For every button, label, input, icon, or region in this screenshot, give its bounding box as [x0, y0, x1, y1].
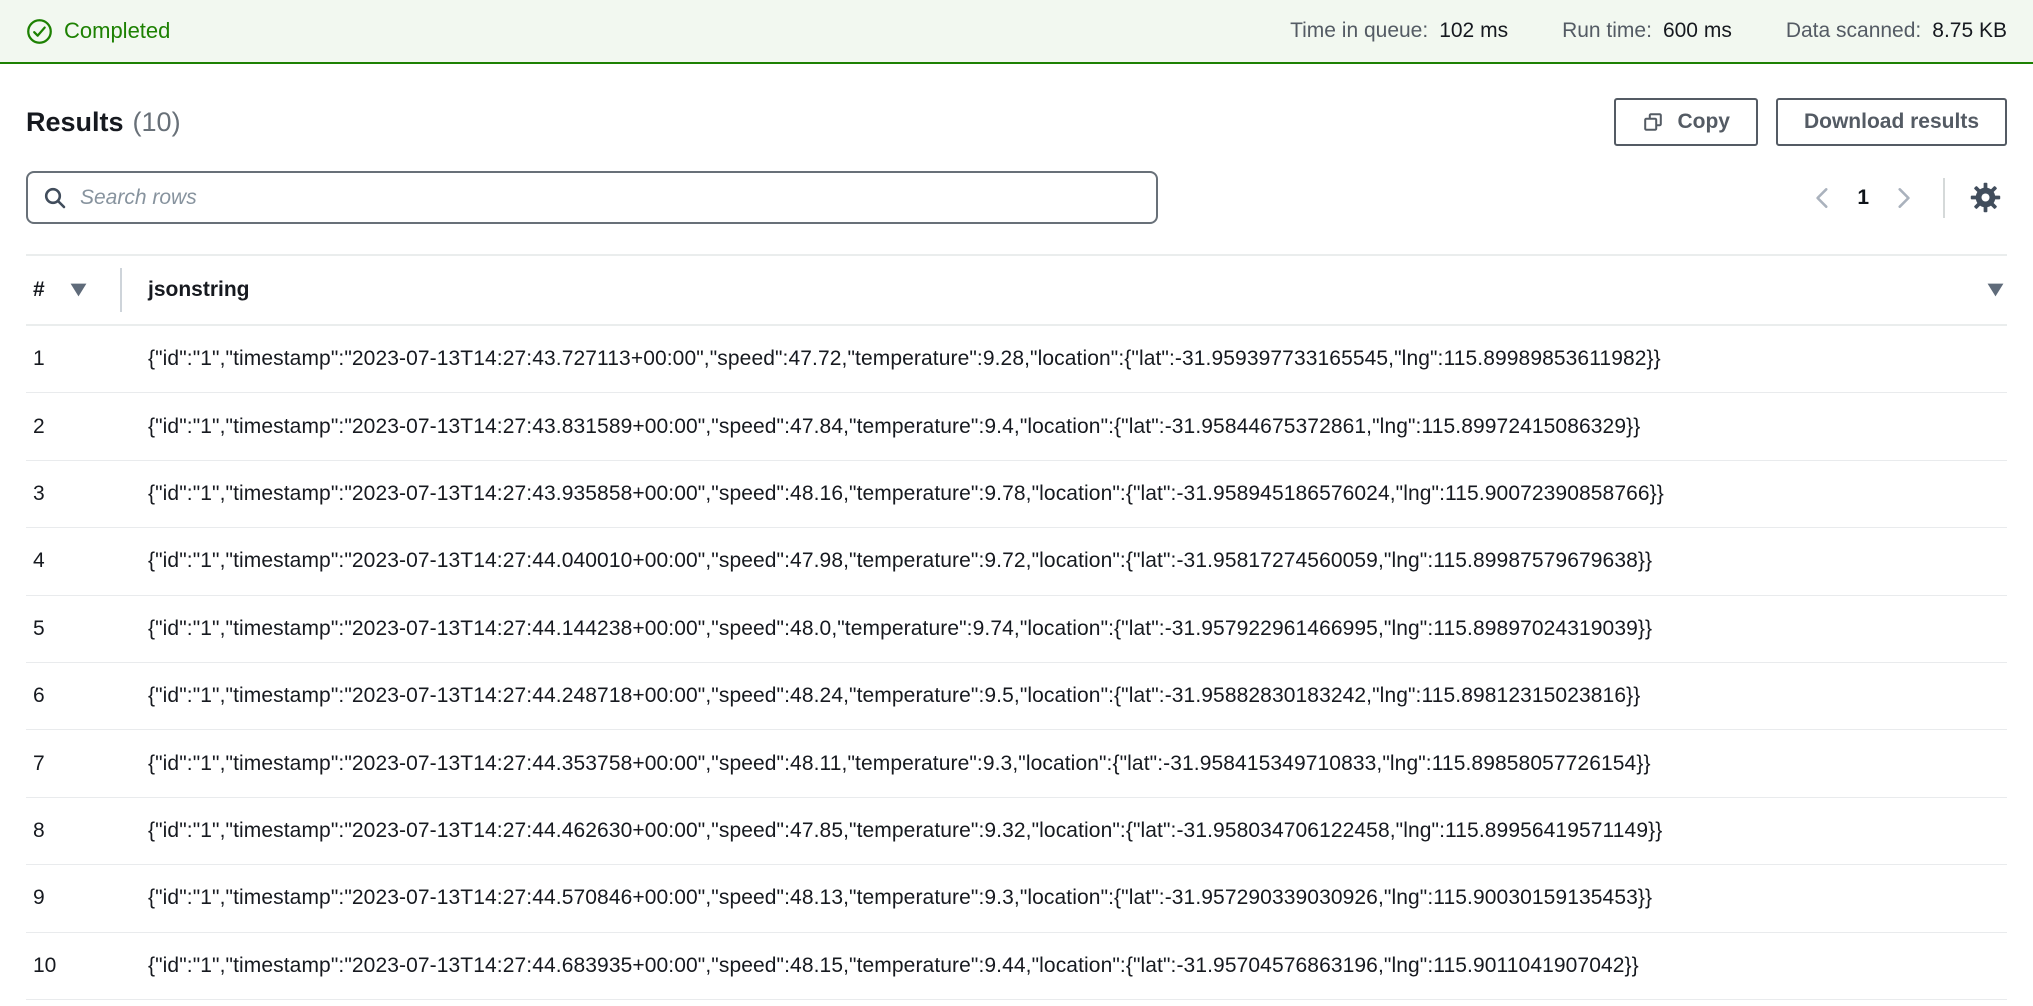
stat-data-scanned: Data scanned: 8.75 KB	[1786, 19, 2007, 43]
row-index: 8	[26, 819, 120, 843]
row-index: 4	[26, 549, 120, 573]
stat-value: 600 ms	[1663, 19, 1732, 43]
row-jsonstring: {"id":"1","timestamp":"2023-07-13T14:27:…	[120, 752, 2007, 776]
filter-triangle-icon	[69, 282, 88, 298]
results-toolbar: 1	[26, 171, 2007, 224]
row-index: 7	[26, 752, 120, 776]
row-jsonstring: {"id":"1","timestamp":"2023-07-13T14:27:…	[120, 954, 2007, 978]
column-header-index: #	[26, 278, 120, 302]
copy-button-label: Copy	[1677, 110, 1730, 134]
results-table: # jsonstring 1 {"id":"1","timestamp	[26, 254, 2007, 1000]
results-actions: Copy Download results	[1614, 98, 2007, 146]
row-jsonstring: {"id":"1","timestamp":"2023-07-13T14:27:…	[120, 819, 2007, 843]
next-page-button[interactable]	[1881, 176, 1925, 220]
column-header-index-label: #	[33, 278, 45, 302]
search-box	[26, 171, 1158, 224]
toolbar-divider	[1943, 178, 1945, 218]
table-row: 6 {"id":"1","timestamp":"2023-07-13T14:2…	[26, 663, 2007, 730]
row-jsonstring: {"id":"1","timestamp":"2023-07-13T14:27:…	[120, 886, 2007, 910]
filter-triangle-icon	[1986, 282, 2005, 298]
row-index: 6	[26, 684, 120, 708]
row-jsonstring: {"id":"1","timestamp":"2023-07-13T14:27:…	[120, 549, 2007, 573]
query-status: Completed	[26, 18, 170, 45]
query-status-bar: Completed Time in queue: 102 ms Run time…	[0, 0, 2033, 64]
row-index: 1	[26, 347, 120, 371]
chevron-right-icon	[1890, 185, 1916, 211]
table-row: 5 {"id":"1","timestamp":"2023-07-13T14:2…	[26, 596, 2007, 663]
stat-time-in-queue: Time in queue: 102 ms	[1290, 19, 1508, 43]
row-jsonstring: {"id":"1","timestamp":"2023-07-13T14:27:…	[120, 482, 2007, 506]
row-index: 10	[26, 954, 120, 978]
row-jsonstring: {"id":"1","timestamp":"2023-07-13T14:27:…	[120, 617, 2007, 641]
download-results-button[interactable]: Download results	[1776, 98, 2007, 146]
table-row: 2 {"id":"1","timestamp":"2023-07-13T14:2…	[26, 393, 2007, 460]
table-row: 3 {"id":"1","timestamp":"2023-07-13T14:2…	[26, 461, 2007, 528]
table-row: 1 {"id":"1","timestamp":"2023-07-13T14:2…	[26, 326, 2007, 393]
stat-run-time: Run time: 600 ms	[1562, 19, 1732, 43]
results-title: Results	[26, 107, 124, 138]
query-stats: Time in queue: 102 ms Run time: 600 ms D…	[1290, 19, 2007, 43]
row-jsonstring: {"id":"1","timestamp":"2023-07-13T14:27:…	[120, 415, 2007, 439]
row-index: 2	[26, 415, 120, 439]
jsonstring-column-filter-button[interactable]	[1986, 282, 2005, 298]
table-row: 10 {"id":"1","timestamp":"2023-07-13T14:…	[26, 933, 2007, 1000]
table-row: 8 {"id":"1","timestamp":"2023-07-13T14:2…	[26, 798, 2007, 865]
row-jsonstring: {"id":"1","timestamp":"2023-07-13T14:27:…	[120, 347, 2007, 371]
gear-icon	[1970, 182, 2001, 213]
table-row: 9 {"id":"1","timestamp":"2023-07-13T14:2…	[26, 865, 2007, 932]
stat-label: Run time:	[1562, 19, 1652, 43]
search-input[interactable]	[78, 185, 1141, 211]
stat-label: Time in queue:	[1290, 19, 1428, 43]
row-index: 5	[26, 617, 120, 641]
previous-page-button[interactable]	[1801, 176, 1845, 220]
pagination: 1	[1801, 176, 2007, 220]
index-column-filter-button[interactable]	[69, 282, 88, 298]
table-header-row: # jsonstring	[26, 254, 2007, 326]
check-circle-icon	[26, 18, 53, 45]
download-results-button-label: Download results	[1804, 110, 1979, 134]
chevron-left-icon	[1810, 185, 1836, 211]
preferences-button[interactable]	[1963, 176, 2007, 220]
copy-icon	[1642, 111, 1664, 133]
table-row: 4 {"id":"1","timestamp":"2023-07-13T14:2…	[26, 528, 2007, 595]
stat-value: 8.75 KB	[1932, 19, 2007, 43]
row-jsonstring: {"id":"1","timestamp":"2023-07-13T14:27:…	[120, 684, 2007, 708]
current-page-number[interactable]: 1	[1857, 186, 1869, 210]
copy-button[interactable]: Copy	[1614, 98, 1758, 146]
column-header-jsonstring: jsonstring	[122, 278, 2007, 302]
search-icon	[43, 186, 67, 210]
results-count: (10)	[133, 107, 181, 138]
row-index: 3	[26, 482, 120, 506]
row-index: 9	[26, 886, 120, 910]
column-header-jsonstring-label: jsonstring	[148, 278, 250, 302]
stat-value: 102 ms	[1439, 19, 1508, 43]
stat-label: Data scanned:	[1786, 19, 1921, 43]
query-status-label: Completed	[64, 18, 170, 44]
table-row: 7 {"id":"1","timestamp":"2023-07-13T14:2…	[26, 730, 2007, 797]
results-header: Results (10) Copy Download results	[26, 97, 2007, 147]
